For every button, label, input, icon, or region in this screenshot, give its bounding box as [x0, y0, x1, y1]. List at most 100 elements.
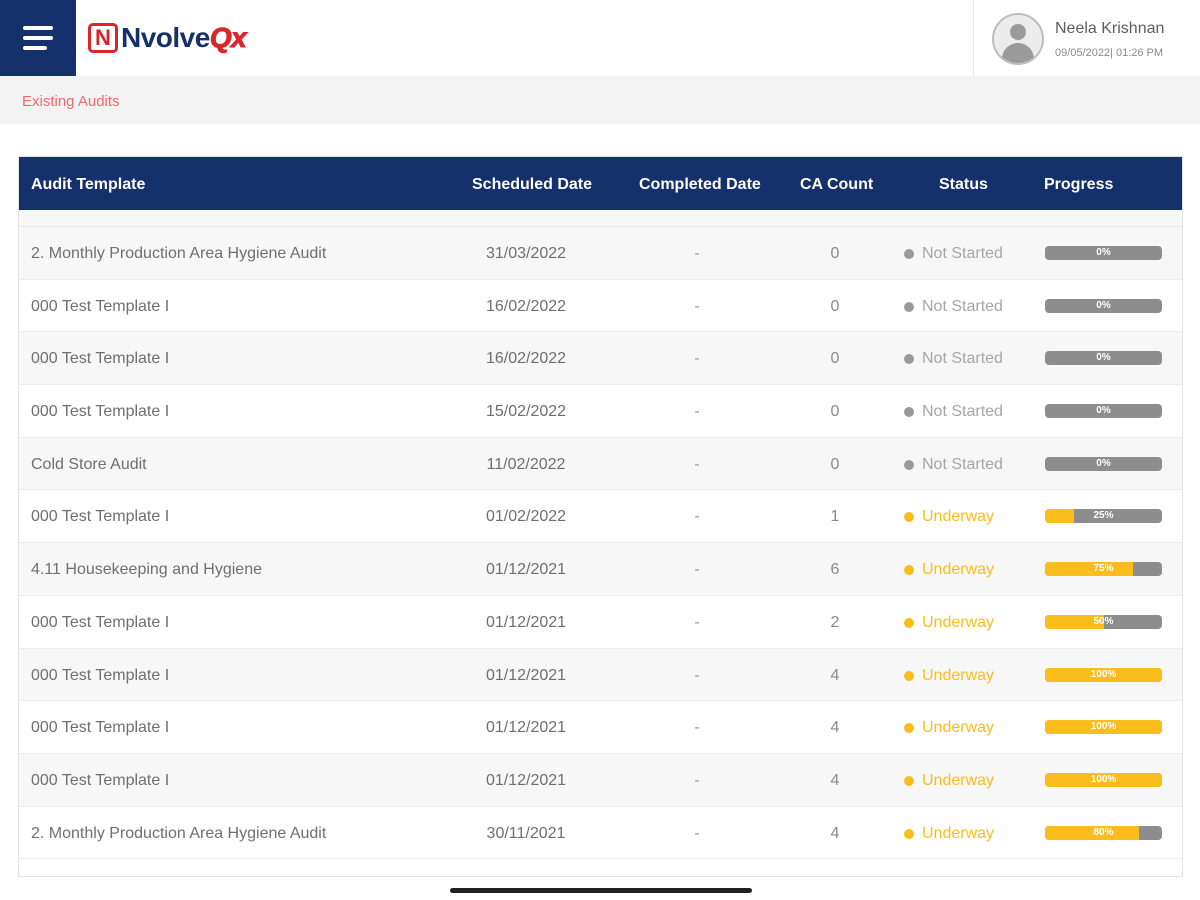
progress-bar: 0% — [1045, 456, 1162, 471]
cell-completed-date: - — [694, 771, 700, 789]
table-row[interactable]: 000 Test Template I 01/02/2022 - 1 Underway 2… — [19, 490, 1182, 544]
cell-template: 000 Test Template I — [31, 719, 170, 737]
status-dot-icon — [904, 670, 914, 681]
status-text: Not Started — [922, 350, 1003, 368]
cell-ca-count: 4 — [830, 824, 840, 842]
cell-template: 2. Monthly Production Area Hygiene Audit — [31, 245, 327, 262]
progress-bar: 25% — [1045, 509, 1162, 524]
logo-mark: N — [88, 23, 118, 53]
user-avatar-icon[interactable] — [992, 13, 1044, 65]
app-header: N NvolveQx Neela Krishnan 09/05/2022| 01… — [0, 0, 1200, 76]
cell-scheduled-date: 16/02/2022 — [485, 350, 567, 368]
status-text: Underway — [922, 771, 995, 789]
cell-ca-count: 0 — [830, 297, 840, 315]
column-header-template[interactable]: Audit Template — [31, 176, 145, 194]
hamburger-menu-icon — [23, 26, 53, 30]
user-name: Neela Krishnan — [1055, 20, 1165, 37]
column-header-completed[interactable]: Completed Date — [639, 176, 761, 194]
user-profile[interactable]: Neela Krishnan 09/05/2022| 01:26 PM — [973, 0, 1200, 76]
progress-bar: 100% — [1045, 772, 1162, 787]
progress-label: 0% — [1096, 247, 1111, 258]
status-dot-icon — [904, 459, 914, 470]
table-row[interactable]: 000 Test Template I 01/12/2021 - 4 Underway 1… — [19, 648, 1182, 702]
progress-label: 0% — [1096, 299, 1111, 311]
progress-label: 50% — [1093, 615, 1114, 627]
status-dot-icon — [904, 301, 914, 312]
cell-scheduled-date: 01/12/2021 — [485, 613, 567, 631]
column-header-scheduled[interactable]: Scheduled Date — [472, 176, 592, 194]
cell-completed-date: - — [694, 666, 700, 684]
status-text: Not Started — [922, 403, 1003, 421]
login-datetime: 09/05/2022| 01:26 PM — [1055, 47, 1164, 59]
table-row[interactable]: 000 Test Template I 01/12/2021 - 4 Underway 1… — [19, 753, 1182, 807]
cell-completed-date: - — [694, 455, 700, 473]
cell-template: 000 Test Template I — [31, 666, 170, 684]
cell-ca-count: 1 — [830, 508, 840, 526]
progress-bar: 50% — [1045, 614, 1162, 629]
cell-scheduled-date: 01/12/2021 — [485, 719, 567, 737]
status-text: Not Started — [922, 297, 1003, 315]
table-header: Audit Template Scheduled Date Completed … — [19, 157, 1182, 210]
status-dot-icon — [904, 407, 914, 418]
cell-completed-date: - — [694, 508, 700, 526]
cell-scheduled-date: 01/02/2022 — [485, 508, 567, 526]
cell-template: 000 Test Template I — [31, 297, 170, 315]
table-row[interactable]: 000 Test Template I 16/02/2022 - 0 Not Start… — [19, 279, 1182, 333]
cell-scheduled-date: 01/12/2021 — [485, 771, 567, 789]
menu-button[interactable] — [0, 0, 76, 76]
cell-scheduled-date: 16/02/2022 — [485, 297, 567, 315]
cell-ca-count: 0 — [830, 245, 840, 262]
progress-bar: 100% — [1045, 720, 1162, 735]
progress-label: 25% — [1093, 510, 1114, 522]
table-row[interactable]: Cold Store Audit 11/02/2022 - 0 Not Started 0… — [19, 437, 1182, 491]
progress-bar: 100% — [1045, 667, 1162, 682]
table-row[interactable]: 000 Test Template I 01/12/2021 - 2 Underway 5… — [19, 595, 1182, 649]
status-badge: Underway — [904, 561, 994, 579]
status-badge: Underway — [904, 667, 994, 685]
cell-scheduled-date: 15/02/2022 — [485, 403, 567, 421]
breadcrumb[interactable]: Existing Audits — [22, 93, 120, 110]
table-row-partial[interactable] — [19, 210, 1182, 227]
status-badge: Underway — [904, 719, 994, 737]
table-row[interactable]: 000 Test Template I 01/12/2021 - 4 Underway 1… — [19, 701, 1182, 754]
status-text: Underway — [922, 719, 995, 737]
table-row[interactable]: 000 Test Template I 16/02/2022 - 0 Not Start… — [19, 332, 1182, 386]
cell-completed-date: - — [694, 613, 700, 631]
cell-ca-count: 4 — [830, 666, 840, 684]
progress-label: 75% — [1093, 563, 1114, 575]
status-badge: Underway — [904, 772, 994, 790]
status-badge: Not Started — [904, 298, 1003, 316]
progress-label: 100% — [1090, 668, 1117, 680]
status-badge: Underway — [904, 614, 994, 632]
table-row[interactable]: 2. Monthly Production Area Hygiene Audit… — [19, 227, 1182, 280]
column-header-progress[interactable]: Progress — [1044, 176, 1113, 194]
table-row[interactable]: 000 Test Template I 15/02/2022 - 0 Not Start… — [19, 385, 1182, 438]
status-badge: Not Started — [904, 245, 1003, 263]
home-indicator[interactable] — [450, 888, 752, 893]
status-dot-icon — [904, 828, 914, 839]
table-row[interactable]: 4.11 Housekeeping and Hygiene 01/12/2021 -… — [19, 543, 1182, 596]
status-dot-icon — [904, 617, 914, 628]
cell-template: 4.11 Housekeeping and Hygiene — [31, 561, 262, 579]
progress-label: 0% — [1096, 352, 1111, 364]
progress-label: 80% — [1093, 826, 1114, 838]
cell-template: Cold Store Audit — [31, 455, 147, 473]
cell-completed-date: - — [694, 297, 700, 315]
progress-bar: 0% — [1045, 298, 1162, 313]
cell-ca-count: 6 — [830, 561, 840, 579]
audits-table[interactable]: Audit Template Scheduled Date Completed … — [18, 156, 1183, 877]
logo-wordmark: NvolveQx — [121, 22, 247, 53]
cell-ca-count: 0 — [830, 403, 840, 421]
status-text: Underway — [922, 561, 995, 579]
column-header-status[interactable]: Status — [939, 176, 988, 194]
cell-scheduled-date: 31/03/2022 — [485, 245, 567, 262]
column-header-ca-count[interactable]: CA Count — [800, 176, 873, 194]
cell-ca-count: 2 — [830, 613, 840, 631]
table-row[interactable]: 2. Monthly Production Area Hygiene Audit… — [19, 806, 1182, 860]
cell-completed-date: - — [694, 403, 700, 421]
status-text: Underway — [922, 666, 995, 684]
cell-completed-date: - — [694, 350, 700, 368]
cell-ca-count: 4 — [830, 719, 840, 737]
progress-label: 0% — [1096, 457, 1111, 469]
cell-template: 2. Monthly Production Area Hygiene Audit — [31, 824, 327, 842]
